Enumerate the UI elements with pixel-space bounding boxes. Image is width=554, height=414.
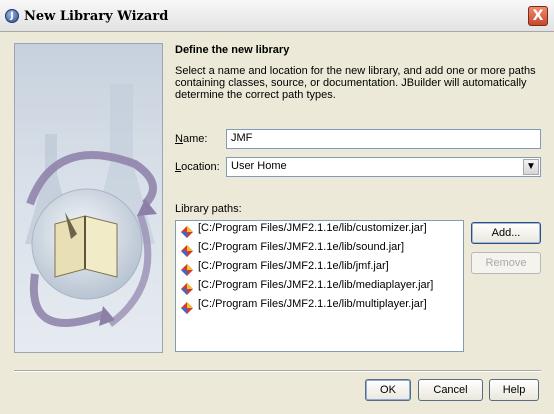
path-text: [C:/Program Files/JMF2.1.1e/lib/customiz… [198, 222, 427, 234]
path-text: [C:/Program Files/JMF2.1.1e/lib/multipla… [198, 298, 427, 310]
divider [14, 370, 541, 372]
jbuilder-app-icon: J [5, 9, 19, 23]
window-title: New Library Wizard [24, 9, 169, 24]
list-item[interactable]: [C:/Program Files/JMF2.1.1e/lib/sound.ja… [176, 241, 463, 260]
jar-icon [181, 283, 193, 295]
jar-icon [181, 226, 193, 238]
jar-icon [181, 245, 193, 257]
path-text: [C:/Program Files/JMF2.1.1e/lib/jmf.jar] [198, 260, 389, 272]
path-text: [C:/Program Files/JMF2.1.1e/lib/sound.ja… [198, 241, 405, 253]
section-title: Define the new library [175, 44, 290, 56]
add-path-button[interactable]: Add... [471, 222, 541, 244]
list-item[interactable]: [C:/Program Files/JMF2.1.1e/lib/multipla… [176, 298, 463, 317]
ok-button[interactable]: OK [365, 379, 411, 401]
library-paths-label: Library paths: [175, 203, 242, 215]
title-bar: J New Library Wizard X [0, 0, 554, 32]
close-button[interactable]: X [528, 6, 548, 26]
library-paths-list[interactable]: [C:/Program Files/JMF2.1.1e/lib/customiz… [175, 220, 464, 352]
wizard-illustration [14, 43, 163, 353]
list-item[interactable]: [C:/Program Files/JMF2.1.1e/lib/customiz… [176, 222, 463, 241]
remove-path-button[interactable]: Remove [471, 252, 541, 274]
jar-icon [181, 302, 193, 314]
location-label: Location: [175, 161, 220, 173]
cancel-button[interactable]: Cancel [418, 379, 483, 401]
location-select[interactable]: User Home ▼ [226, 157, 541, 177]
name-label: Name: [175, 133, 208, 145]
section-description: Select a name and location for the new l… [175, 65, 536, 101]
chevron-down-icon[interactable]: ▼ [523, 159, 539, 175]
list-item[interactable]: [C:/Program Files/JMF2.1.1e/lib/jmf.jar] [176, 260, 463, 279]
name-input[interactable]: JMF [226, 129, 541, 149]
help-button[interactable]: Help [489, 379, 539, 401]
location-value: User Home [231, 160, 287, 172]
list-item[interactable]: [C:/Program Files/JMF2.1.1e/lib/mediapla… [176, 279, 463, 298]
path-text: [C:/Program Files/JMF2.1.1e/lib/mediapla… [198, 279, 434, 291]
book-orbit-graphic [25, 84, 157, 327]
jar-icon [181, 264, 193, 276]
